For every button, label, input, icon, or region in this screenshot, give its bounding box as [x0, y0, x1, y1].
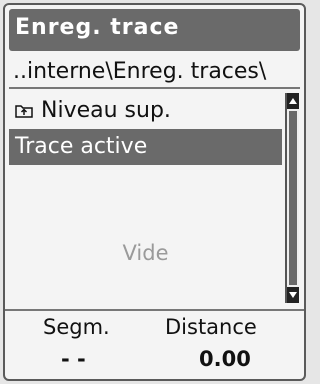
summary-panel: Segm. Distance - - 0.00: [5, 313, 304, 377]
folder-path: ..interne\Enreg. traces\: [13, 59, 267, 84]
segments-header: Segm.: [43, 315, 110, 339]
distance-header: Distance: [165, 315, 257, 339]
list-item-parent-folder[interactable]: Niveau sup.: [9, 93, 282, 129]
path-bar: ..interne\Enreg. traces\: [9, 57, 300, 89]
divider: [5, 309, 304, 311]
title-bar: Enreg. trace: [9, 9, 300, 51]
segments-value: - -: [61, 347, 86, 371]
scroll-thumb[interactable]: [289, 111, 297, 285]
window-title: Enreg. trace: [15, 15, 180, 40]
list-item-active-trace[interactable]: Trace active: [9, 129, 282, 165]
scrollbar[interactable]: [285, 93, 299, 303]
list-item-label: Niveau sup.: [41, 98, 171, 123]
file-list: Niveau sup. Trace active Vide: [9, 93, 282, 303]
distance-value: 0.00: [199, 347, 251, 371]
scroll-down-arrow-icon[interactable]: [287, 287, 299, 303]
empty-list-text: Vide: [122, 241, 169, 265]
scroll-up-arrow-icon[interactable]: [287, 93, 299, 109]
folder-up-icon: [15, 94, 33, 118]
list-item-label: Trace active: [15, 134, 148, 159]
trace-recording-window: Enreg. trace ..interne\Enreg. traces\ Ni…: [3, 3, 306, 381]
